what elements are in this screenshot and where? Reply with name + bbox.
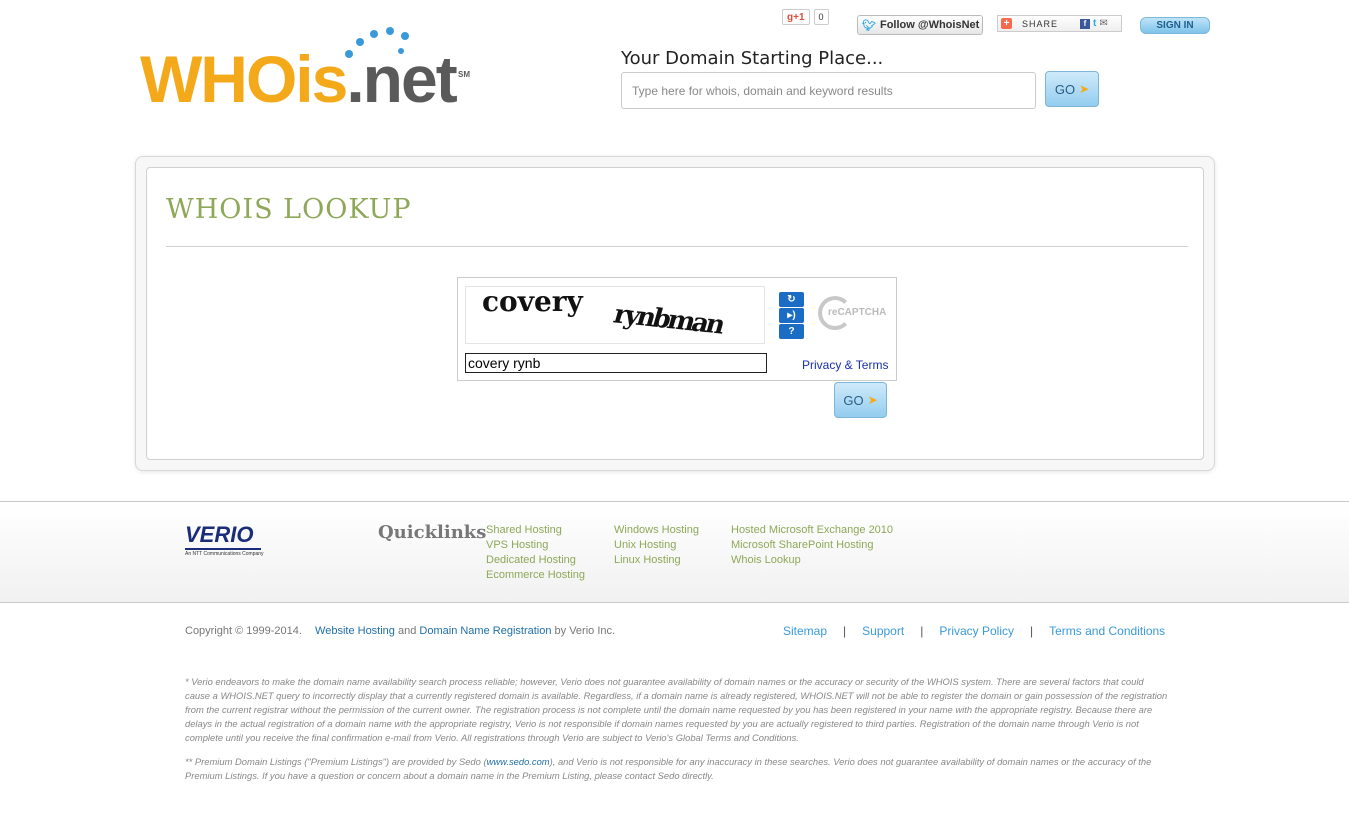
quicklinks-heading: Quicklinks [378,522,487,543]
tagline: Your Domain Starting Place... [621,48,884,69]
whois-logo[interactable]: WHOis.net SM [140,24,480,124]
share-widget[interactable]: + SHARE f t ✉ [997,15,1122,32]
go-label: GO [1054,81,1076,97]
quicklink[interactable]: VPS Hosting [486,538,585,553]
go-label: GO [843,392,864,408]
share-label: SHARE [1022,18,1059,29]
captcha-word-2: rynbman [610,299,727,341]
reload-icon[interactable]: ↻ [779,292,804,307]
domain-registration-link[interactable]: Domain Name Registration [419,625,551,637]
quicklink[interactable]: Microsoft SharePoint Hosting [731,538,893,553]
footer-links: Sitemap | Support | Privacy Policy | Ter… [783,624,1165,638]
quicklinks-column-3: Hosted Microsoft Exchange 2010 Microsoft… [731,523,893,568]
lookup-go-button[interactable]: GO ➤ [834,382,887,418]
quicklink[interactable]: Shared Hosting [486,523,585,538]
logo-text: WHOis.net [140,42,458,116]
verio-wordmark: VERIO [185,522,254,547]
title-divider [166,246,1188,247]
separator: | [1030,624,1034,638]
twitter-icon[interactable]: t [1093,18,1096,29]
captcha-response-input[interactable] [465,353,767,373]
quicklink[interactable]: Ecommerce Hosting [486,568,585,583]
arrow-right-icon: ➤ [1079,82,1090,96]
twitter-follow-label: Follow @WhoisNet [879,19,980,31]
privacy-terms-link[interactable]: Privacy & Terms [802,358,888,372]
sitemap-link[interactable]: Sitemap [783,624,827,638]
arrow-right-icon: ➤ [867,393,878,407]
quicklink[interactable]: Windows Hosting [614,523,699,538]
verio-logo[interactable]: VERIO An NTT Communications Company [185,524,264,557]
disclaimer-premium: ** Premium Domain Listings ("Premium Lis… [185,755,1170,783]
quicklink[interactable]: Unix Hosting [614,538,699,553]
email-icon[interactable]: ✉ [1099,18,1107,29]
search-input[interactable] [621,72,1036,109]
captcha-word-1: covery [482,286,583,318]
website-hosting-link[interactable]: Website Hosting [315,625,395,637]
privacy-policy-link[interactable]: Privacy Policy [939,624,1014,638]
verio-underline [185,548,261,550]
logo-sm-mark: SM [458,70,470,79]
sedo-link[interactable]: www.sedo.com [487,756,550,767]
separator: | [920,624,924,638]
page-title: WHOIS LOOKUP [166,194,412,225]
verio-tagline: An NTT Communications Company [185,551,264,557]
quicklink[interactable]: Hosted Microsoft Exchange 2010 [731,523,893,538]
recaptcha-label: reCAPTCHA [828,307,887,318]
quicklinks-column-1: Shared Hosting VPS Hosting Dedicated Hos… [486,523,585,583]
help-icon[interactable]: ? [779,324,804,339]
quicklink[interactable]: Dedicated Hosting [486,553,585,568]
audio-icon[interactable]: ▸) [779,308,804,323]
copyright-and: and [397,625,417,637]
quicklink[interactable]: Linux Hosting [614,553,699,568]
twitter-bird-icon: 🐦︎ [862,19,876,32]
quicklink[interactable]: Whois Lookup [731,553,893,568]
twitter-follow-button[interactable]: 🐦︎ Follow @WhoisNet [857,15,983,35]
copyright-text: Copyright © 1999-2014. [185,625,302,637]
gplus-widget[interactable]: g+1 0 [782,9,829,25]
copyright-by: by Verio Inc. [554,625,616,637]
gplus-button[interactable]: g+1 [782,9,810,25]
facebook-icon[interactable]: f [1080,18,1091,29]
captcha-image: covery rynbman [465,286,765,344]
support-link[interactable]: Support [862,624,904,638]
separator: | [843,624,847,638]
gplus-count: 0 [813,9,829,25]
sign-in-button[interactable]: SIGN IN [1140,17,1210,34]
disclaimer-whois: * Verio endeavors to make the domain nam… [185,676,1168,743]
copyright: Copyright © 1999-2014. Website Hosting a… [185,625,615,637]
disclaimer-premium-pre: ** Premium Domain Listings ("Premium Lis… [185,756,487,767]
terms-conditions-link[interactable]: Terms and Conditions [1049,624,1165,638]
share-plus-icon: + [1001,18,1012,29]
quicklinks-column-2: Windows Hosting Unix Hosting Linux Hosti… [614,523,699,568]
recaptcha-logo: reCAPTCHA [818,294,892,334]
search-go-button[interactable]: GO ➤ [1045,71,1099,107]
